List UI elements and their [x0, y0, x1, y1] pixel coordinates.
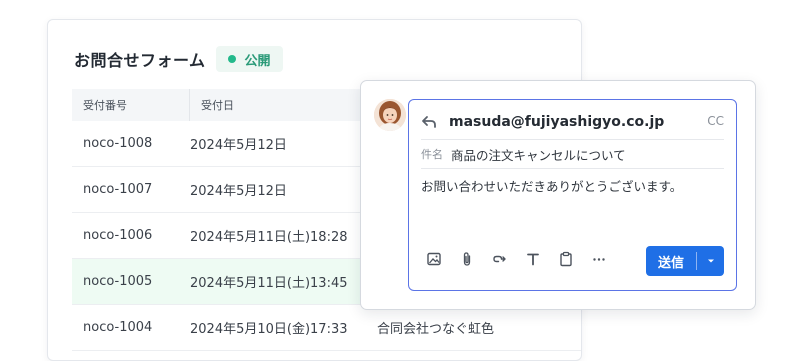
chevron-down-icon — [707, 259, 714, 263]
link-icon[interactable] — [491, 250, 509, 268]
cell-id: noco-1008 — [83, 136, 153, 151]
card-header: お問合せフォーム 公開 — [74, 46, 283, 72]
column-header-id[interactable]: 受付番号 — [72, 89, 190, 121]
cell-id: noco-1006 — [83, 228, 153, 243]
cell-id: noco-1005 — [83, 274, 153, 289]
divider — [421, 168, 724, 169]
table-row[interactable]: noco-1004 2024年5月10日(金)17:33 合同会社つなぐ虹色 — [72, 305, 581, 351]
message-body[interactable]: お問い合わせいただきありがとうございます。 — [421, 176, 682, 195]
paperclip-icon[interactable] — [458, 250, 476, 268]
column-header-date[interactable]: 受付日 — [190, 89, 234, 121]
cell-date: 2024年5月12日 — [190, 138, 287, 153]
recipient-address[interactable]: masuda@fujiyashigyo.co.jp — [449, 114, 664, 130]
cell-date: 2024年5月12日 — [190, 184, 287, 199]
cc-button[interactable]: CC — [707, 114, 724, 128]
recipient-row: masuda@fujiyashigyo.co.jp CC — [421, 111, 724, 133]
reply-icon — [421, 114, 437, 130]
cell-date: 2024年5月11日(土)13:45 — [190, 276, 348, 291]
cell-date: 2024年5月11日(土)18:28 — [190, 230, 348, 245]
reply-editor[interactable]: masuda@fujiyashigyo.co.jp CC 件名 商品の注文キャン… — [408, 99, 737, 291]
subject-label: 件名 — [421, 148, 443, 161]
cell-id: noco-1007 — [83, 182, 153, 197]
status-dot-icon — [227, 55, 236, 63]
send-button[interactable]: 送信 — [646, 246, 696, 276]
reply-composer: masuda@fujiyashigyo.co.jp CC 件名 商品の注文キャン… — [360, 80, 756, 310]
send-options-button[interactable] — [697, 246, 724, 276]
avatar — [374, 99, 406, 131]
clipboard-icon[interactable] — [557, 250, 575, 268]
status-label: 公開 — [244, 53, 271, 69]
subject-field[interactable]: 商品の注文キャンセルについて — [451, 145, 626, 164]
text-format-icon[interactable] — [524, 250, 542, 268]
subject-row: 件名 商品の注文キャンセルについて — [421, 144, 626, 164]
cell-id: noco-1004 — [83, 320, 153, 335]
more-icon[interactable] — [590, 250, 608, 268]
image-icon[interactable] — [425, 250, 443, 268]
status-badge: 公開 — [215, 46, 283, 72]
divider — [421, 139, 724, 140]
editor-toolbar — [425, 250, 623, 268]
cell-date: 2024年5月10日(金)17:33 — [190, 322, 348, 337]
cell-company: 合同会社つなぐ虹色 — [377, 322, 495, 337]
send-button-group: 送信 — [646, 246, 724, 276]
form-title: お問合せフォーム — [74, 51, 206, 70]
